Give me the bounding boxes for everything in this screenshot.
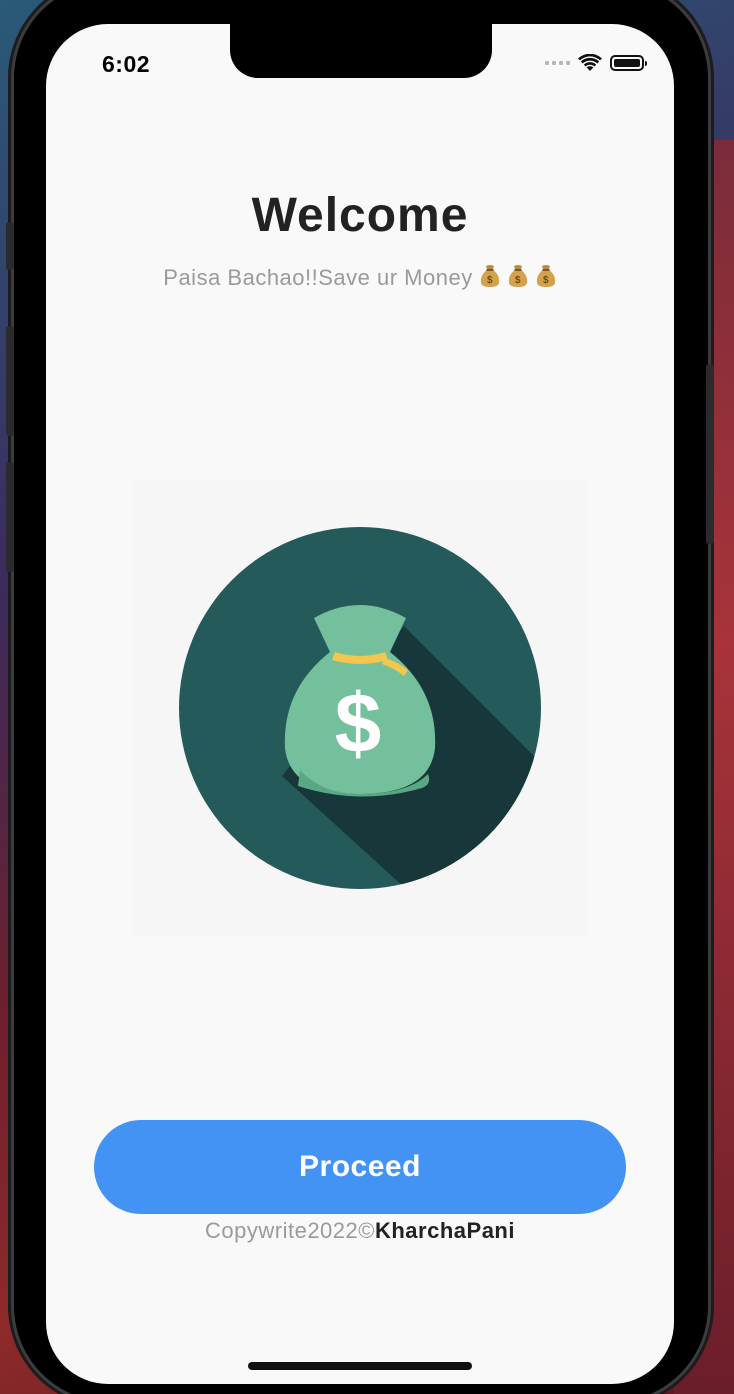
welcome-title: Welcome <box>251 189 469 242</box>
wifi-icon <box>578 54 602 71</box>
welcome-subtitle: Paisa Bachao!!Save ur Money $ $ $ <box>46 264 674 294</box>
volume-down-button <box>6 462 14 572</box>
copyright-footer: Copywrite2022©KharchaPani <box>46 1218 674 1244</box>
svg-text:$: $ <box>515 275 521 286</box>
svg-text:$: $ <box>543 275 549 286</box>
cellular-signal-icon <box>545 61 570 65</box>
money-bag-icon: $ <box>507 264 529 294</box>
money-bag-icon: $ <box>535 264 557 294</box>
copyright-text: Copywrite2022© <box>205 1218 375 1243</box>
power-button <box>706 364 714 544</box>
notch <box>230 24 492 78</box>
svg-text:$: $ <box>487 275 493 286</box>
status-time: 6:02 <box>102 51 151 77</box>
volume-up-button <box>6 326 14 436</box>
money-illustration: $ <box>132 480 588 936</box>
battery-icon <box>610 55 647 71</box>
mute-switch <box>6 222 14 270</box>
subtitle-text: Paisa Bachao!!Save ur Money <box>163 265 473 290</box>
app-screen: 6:02 Welcome Paisa Bachao!!Save ur Money… <box>46 24 674 1384</box>
brand-name: KharchaPani <box>374 1218 515 1243</box>
money-bag-icon: $ <box>479 264 501 294</box>
home-indicator[interactable] <box>248 1362 472 1370</box>
proceed-button[interactable]: Proceed <box>94 1120 626 1214</box>
money-bag-dollar-icon: $ <box>179 527 541 889</box>
svg-text:$: $ <box>335 676 382 770</box>
status-indicators <box>545 54 647 72</box>
